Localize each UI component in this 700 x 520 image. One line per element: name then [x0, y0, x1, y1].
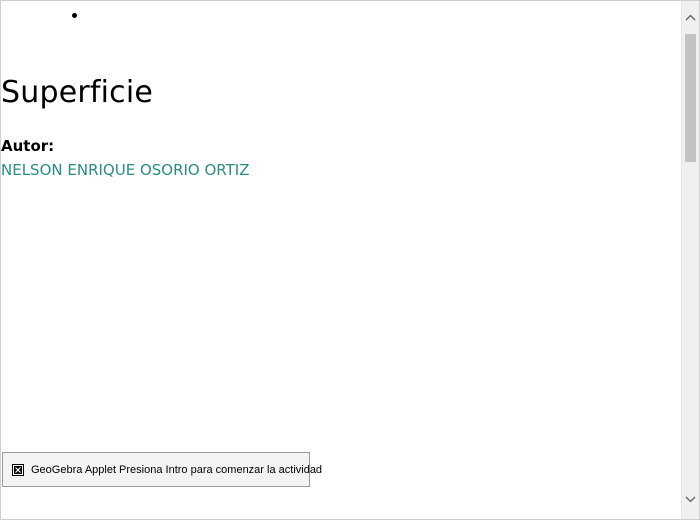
- geogebra-applet-placeholder[interactable]: GeoGebra Applet Presiona Intro para come…: [2, 452, 322, 487]
- chevron-down-icon: [685, 496, 696, 503]
- chevron-up-icon: [685, 14, 696, 21]
- scroll-thumb[interactable]: [685, 34, 696, 162]
- page-content: Superficie Autor: NELSON ENRIQUE OSORIO …: [1, 1, 684, 519]
- browser-window: Superficie Autor: NELSON ENRIQUE OSORIO …: [0, 0, 700, 520]
- page-title: Superficie: [1, 75, 154, 110]
- bullet-dot: [72, 13, 77, 18]
- scroll-down-button[interactable]: [682, 491, 699, 508]
- author-name-link[interactable]: NELSON ENRIQUE OSORIO ORTIZ: [1, 160, 250, 180]
- author-label: Autor:: [1, 137, 55, 155]
- broken-image-icon: [12, 463, 24, 476]
- applet-label: GeoGebra Applet Presiona Intro para come…: [31, 463, 323, 476]
- scroll-up-button[interactable]: [682, 9, 699, 26]
- vertical-scrollbar[interactable]: [681, 1, 699, 519]
